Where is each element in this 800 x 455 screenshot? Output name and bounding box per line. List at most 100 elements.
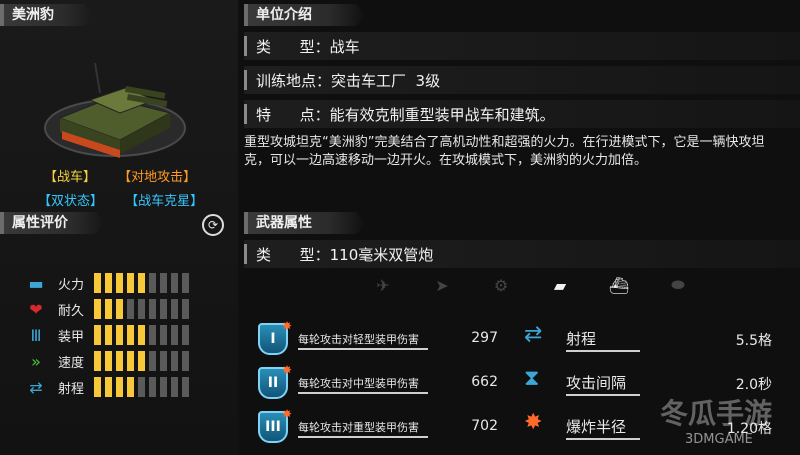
range-spec-icon: ⇄ — [524, 322, 543, 347]
helicopter-icon: ⚙ — [493, 275, 509, 295]
stat-bar-segment — [149, 299, 156, 319]
watermark-sub: 3DMGAME — [685, 432, 753, 447]
stat-bar-segment — [116, 299, 123, 319]
stat-bars — [94, 351, 189, 371]
stat-bar-segment — [138, 299, 145, 319]
weapon-type-label: 类 型： — [256, 246, 330, 264]
tag-row-2: 【双状态】 【战车克星】 — [38, 190, 203, 209]
stat-row: » 速度 — [24, 348, 189, 374]
stat-label: 装甲 — [58, 329, 85, 345]
attr-tab: 属性评价 — [0, 212, 104, 234]
type-row: 类 型：战车 — [244, 32, 800, 60]
tag-vehicle: 【战车】 — [44, 170, 97, 185]
watermark-logo: 冬瓜手游 — [660, 397, 773, 430]
stat-bar-segment — [116, 325, 123, 345]
stat-bar-segment — [116, 377, 123, 397]
spec-value: 5.5格 — [735, 333, 772, 349]
stat-bar-segment — [127, 325, 134, 345]
stat-bar-segment — [182, 325, 189, 345]
stat-bar-segment — [149, 273, 156, 293]
feature-row: 特 点：能有效克制重型装甲战车和建筑。 — [244, 100, 800, 128]
explosion-icon: ✸ — [524, 410, 543, 435]
stat-bar-segment — [94, 273, 101, 293]
type-label: 类 型： — [256, 38, 330, 56]
stat-bar-segment — [171, 377, 178, 397]
stat-bar-segment — [160, 299, 167, 319]
intro-tab: 单位介绍 — [244, 4, 366, 26]
stat-row: Ⅲ 装甲 — [24, 322, 189, 348]
jet-icon: ➤ — [435, 275, 449, 295]
tag-dual-state: 【双状态】 — [38, 194, 104, 209]
armor-tier: I — [270, 331, 276, 347]
stat-bar-segment — [116, 273, 123, 293]
damage-row: I ✸ 每轮攻击对轻型装甲伤害 — [258, 319, 419, 358]
spec-underline — [566, 350, 640, 352]
range-icon: ⇄ — [29, 377, 43, 397]
stat-bar-segment — [127, 273, 134, 293]
spec-label: 爆炸半径 — [566, 418, 627, 436]
burst-icon: ✸ — [281, 363, 292, 377]
intro-title: 单位介绍 — [256, 7, 312, 23]
stat-bar-segment — [94, 351, 101, 371]
unit-name: 美洲豹 — [12, 7, 54, 23]
stat-bar-segment — [182, 299, 189, 319]
weapon-title: 武器属性 — [256, 215, 312, 231]
damage-underline — [298, 392, 428, 394]
stat-bar-segment — [160, 325, 167, 345]
feature-label: 特 点： — [256, 106, 330, 124]
armor-tier-icon: II ✸ — [258, 363, 292, 399]
speed-icon: » — [31, 351, 41, 371]
burst-icon: ✸ — [281, 319, 292, 333]
stat-bar-segment — [138, 351, 145, 371]
armor-icon: Ⅲ — [30, 325, 42, 345]
swap-state-icon[interactable]: ⟳ — [202, 214, 224, 236]
stat-bar-segment — [171, 299, 178, 319]
weapon-tab: 武器属性 — [244, 212, 366, 234]
firepower-icon: ▬ — [28, 273, 44, 293]
tank-icon: ▰ — [553, 275, 567, 295]
heart-icon: ❤ — [29, 299, 43, 319]
stat-bar-segment — [127, 351, 134, 371]
stat-bar-segment — [171, 351, 178, 371]
stat-bar-segment — [182, 351, 189, 371]
tag-row-1: 【战车】 【对地攻击】 — [44, 166, 196, 185]
stat-bar-segment — [105, 325, 112, 345]
stat-bar-segment — [127, 299, 134, 319]
stat-label: 射程 — [58, 381, 85, 397]
weapon-type-row: 类 型：110毫米双管炮 — [244, 240, 800, 268]
stat-bar-segment — [149, 325, 156, 345]
unit-name-tab: 美洲豹 — [0, 4, 92, 26]
stat-bar-segment — [105, 351, 112, 371]
stat-bar-segment — [160, 377, 167, 397]
stat-bar-segment — [138, 273, 145, 293]
damage-value: 702 — [471, 418, 498, 434]
submarine-icon: ⬬ — [671, 275, 685, 294]
plane-icon: ✈ — [376, 275, 390, 295]
stat-bar-segment — [160, 273, 167, 293]
stat-bar-segment — [94, 299, 101, 319]
stat-row: ▬ 火力 — [24, 270, 189, 296]
stat-label: 耐久 — [58, 303, 85, 319]
stat-bars — [94, 299, 189, 319]
stat-bars — [94, 377, 189, 397]
stat-bar-segment — [138, 377, 145, 397]
training-row: 训练地点：突击车工厂 3级 — [244, 66, 800, 94]
unit-description: 重型攻城坦克“美洲豹”完美结合了高机动性和超强的火力。在行进模式下，它是一辆快攻… — [244, 135, 765, 168]
training-label: 训练地点： — [256, 72, 332, 90]
stat-bar-segment — [127, 377, 134, 397]
tank-image — [44, 62, 186, 158]
damage-value: 297 — [471, 330, 498, 346]
damage-label: 每轮攻击对轻型装甲伤害 — [298, 333, 419, 346]
damage-label: 每轮攻击对中型装甲伤害 — [298, 377, 419, 390]
armor-tier: II — [267, 375, 279, 391]
stat-bar-segment — [182, 377, 189, 397]
stat-bar-segment — [105, 377, 112, 397]
stat-bars — [94, 273, 189, 293]
damage-underline — [298, 436, 428, 438]
attr-title: 属性评价 — [12, 215, 68, 231]
damage-row: II ✸ 每轮攻击对中型装甲伤害 — [258, 363, 419, 402]
stat-bar-segment — [171, 273, 178, 293]
weapon-type-value: 110毫米双管炮 — [329, 246, 434, 264]
stat-row: ⇄ 射程 — [24, 374, 189, 400]
stat-bar-segment — [94, 325, 101, 345]
